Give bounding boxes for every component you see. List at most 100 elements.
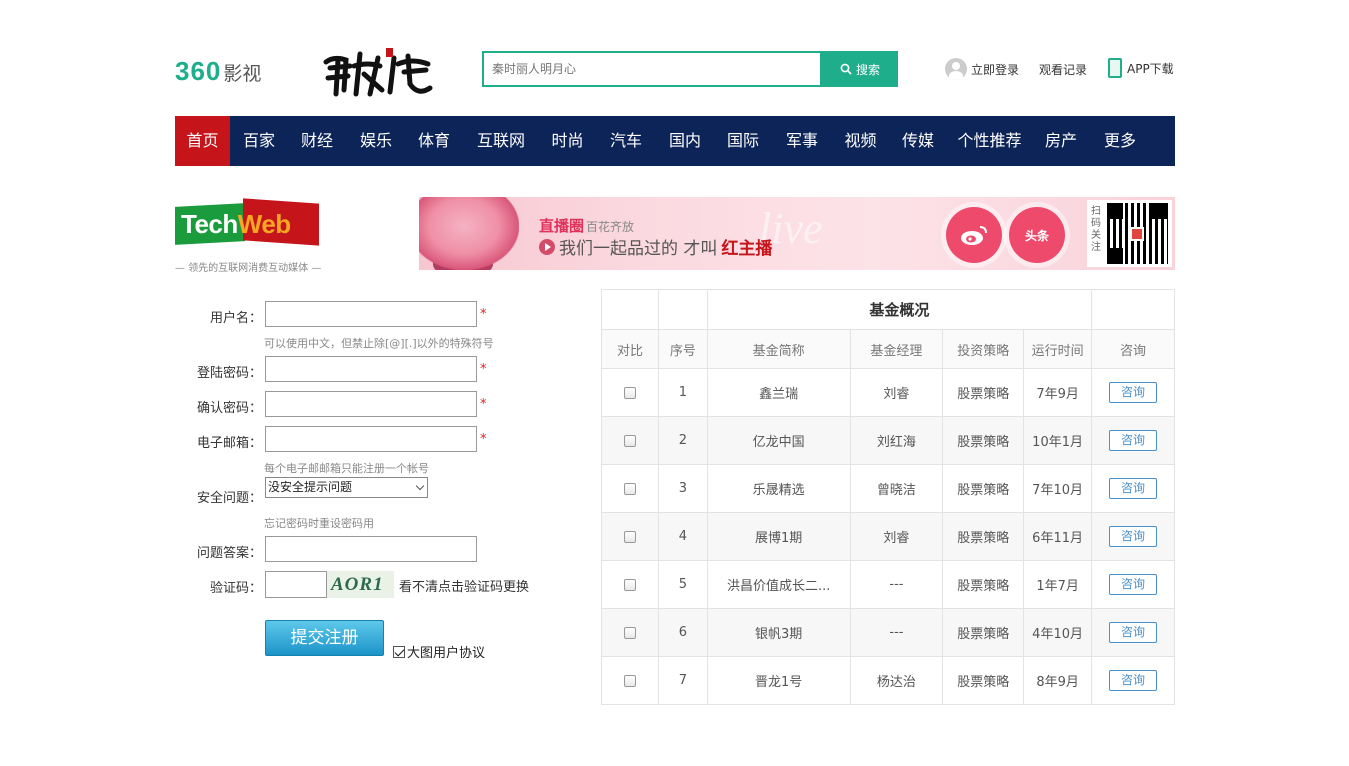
history-link[interactable]: 观看记录 xyxy=(1039,61,1087,78)
ad-banner[interactable]: live 直播圈 百花齐放 我们一起品过的 才叫 红主播 头条 扫码关注 xyxy=(419,197,1175,270)
consult-cell: 咨询 xyxy=(1091,416,1175,465)
compare-checkbox[interactable] xyxy=(623,626,636,639)
fund-table-title-row: 基金概况 xyxy=(601,289,1175,330)
toutiao-label: 头条 xyxy=(1024,228,1049,243)
checkbox-checked-icon[interactable] xyxy=(393,645,405,658)
nav-item-domestic[interactable]: 国内 xyxy=(657,116,713,166)
email-input[interactable] xyxy=(265,426,477,452)
confirm-password-input[interactable] xyxy=(265,391,477,417)
fund-manager: 刘睿 xyxy=(849,512,944,561)
compare-checkbox[interactable] xyxy=(623,386,636,399)
table-row: 6 银帆3期 --- 股票策略 4年10月 咨询 xyxy=(601,608,1175,657)
logo-word-web: Web xyxy=(237,209,291,239)
fund-name-link[interactable]: 晋龙1号 xyxy=(706,656,851,705)
password-input[interactable] xyxy=(265,356,477,382)
nav-item-sports[interactable]: 体育 xyxy=(406,116,462,166)
consult-button[interactable]: 咨询 xyxy=(1109,430,1158,451)
row-number: 5 xyxy=(657,560,708,609)
required-mark: * xyxy=(480,307,487,322)
search-button[interactable]: 搜索 xyxy=(822,51,898,87)
compare-cell xyxy=(601,560,659,609)
captcha-input[interactable] xyxy=(265,571,327,598)
security-question-label: 安全问题： xyxy=(196,491,262,506)
site-logo[interactable]: 360 影视 xyxy=(175,56,261,87)
compare-cell xyxy=(601,368,659,417)
weibo-icon[interactable] xyxy=(946,207,1002,263)
fund-name-link[interactable]: 亿龙中国 xyxy=(706,416,851,465)
row-number: 7 xyxy=(657,656,708,705)
compare-checkbox[interactable] xyxy=(623,578,636,591)
answer-input[interactable] xyxy=(265,536,477,562)
weibo-glyph-icon xyxy=(961,226,987,245)
fund-runtime: 7年9月 xyxy=(1023,368,1093,417)
banner-slogan: 我们一起品过的 才叫 红主播 xyxy=(539,234,772,259)
consult-button[interactable]: 咨询 xyxy=(1109,382,1158,403)
security-question-select[interactable]: 没安全提示问题 xyxy=(265,477,428,498)
nav-item-entertainment[interactable]: 娱乐 xyxy=(346,116,406,166)
fund-name-link[interactable]: 乐晟精选 xyxy=(706,464,851,513)
submit-button[interactable]: 提交注册 xyxy=(265,620,384,656)
consult-button[interactable]: 咨询 xyxy=(1109,670,1158,691)
captcha-image[interactable]: AOR1 xyxy=(327,571,394,598)
nav-item-more[interactable]: 更多 xyxy=(1089,116,1151,166)
consult-cell: 咨询 xyxy=(1091,656,1175,705)
nav-item-fashion[interactable]: 时尚 xyxy=(540,116,595,166)
search-field[interactable] xyxy=(482,51,822,87)
compare-checkbox[interactable] xyxy=(623,530,636,543)
nav-item-media[interactable]: 传媒 xyxy=(890,116,946,166)
search-icon xyxy=(840,63,852,75)
compare-checkbox[interactable] xyxy=(623,674,636,687)
username-input[interactable] xyxy=(265,301,477,327)
email-hint: 每个电子邮邮箱只能注册一个帐号 xyxy=(264,462,429,475)
nav-item-baijia[interactable]: 百家 xyxy=(230,116,288,166)
compare-checkbox[interactable] xyxy=(623,434,636,447)
fund-name-link[interactable]: 洪昌价值成长二... xyxy=(706,560,851,609)
row-number: 3 xyxy=(657,464,708,513)
captcha-refresh-link[interactable]: 看不清点击验证码更换 xyxy=(399,576,529,595)
compare-checkbox[interactable] xyxy=(623,482,636,495)
nav-item-house[interactable]: 房产 xyxy=(1033,116,1089,166)
fund-strategy: 股票策略 xyxy=(942,608,1025,657)
nav-item-finance[interactable]: 财经 xyxy=(288,116,346,166)
table-row: 3 乐晟精选 曾晓洁 股票策略 7年10月 咨询 xyxy=(601,464,1175,513)
drama-title-logo[interactable] xyxy=(320,44,435,100)
logo-wordmark: TechWeb xyxy=(181,209,291,240)
banner-slogan-a: 我们一起品过的 才叫 xyxy=(559,239,718,259)
fund-manager: 曾晓洁 xyxy=(849,464,944,513)
col-no: 序号 xyxy=(657,329,708,369)
compare-cell xyxy=(601,512,659,561)
nav-item-military[interactable]: 军事 xyxy=(773,116,831,166)
required-mark: * xyxy=(480,432,487,447)
fund-strategy: 股票策略 xyxy=(942,512,1025,561)
row-number: 2 xyxy=(657,416,708,465)
fund-name-link[interactable]: 鑫兰瑞 xyxy=(706,368,851,417)
agreement-checkbox[interactable]: 大图用户协议 xyxy=(393,642,485,661)
fund-name-link[interactable]: 展博1期 xyxy=(706,512,851,561)
consult-button[interactable]: 咨询 xyxy=(1109,574,1158,595)
techweb-logo[interactable]: TechWeb — 领先的互联网消费互动媒体 — xyxy=(175,197,321,274)
password-label: 登陆密码： xyxy=(196,366,262,381)
row-number: 1 xyxy=(657,368,708,417)
nav-item-recommend[interactable]: 个性推荐 xyxy=(946,116,1033,166)
captcha-label: 验证码： xyxy=(209,581,262,596)
fund-manager: 刘睿 xyxy=(849,368,944,417)
login-link[interactable]: 立即登录 xyxy=(945,58,1019,80)
toutiao-icon[interactable]: 头条 xyxy=(1009,207,1065,263)
nav-item-international[interactable]: 国际 xyxy=(713,116,773,166)
app-download-link[interactable]: APP下载 xyxy=(1108,58,1174,78)
col-consult: 咨询 xyxy=(1091,329,1175,369)
fund-name-link[interactable]: 银帆3期 xyxy=(706,608,851,657)
col-compare: 对比 xyxy=(601,329,659,369)
consult-button[interactable]: 咨询 xyxy=(1109,478,1158,499)
nav-item-home[interactable]: 首页 xyxy=(175,116,230,166)
nav-item-auto[interactable]: 汽车 xyxy=(595,116,657,166)
nav-item-internet[interactable]: 互联网 xyxy=(462,116,540,166)
banner-title: 直播圈 百花齐放 xyxy=(539,215,634,236)
search-input[interactable] xyxy=(484,53,820,85)
consult-button[interactable]: 咨询 xyxy=(1109,622,1158,643)
consult-button[interactable]: 咨询 xyxy=(1109,526,1158,547)
fund-manager: 杨达治 xyxy=(849,656,944,705)
compare-cell xyxy=(601,656,659,705)
nav-item-video[interactable]: 视频 xyxy=(831,116,890,166)
qr-center-icon xyxy=(1130,227,1144,241)
